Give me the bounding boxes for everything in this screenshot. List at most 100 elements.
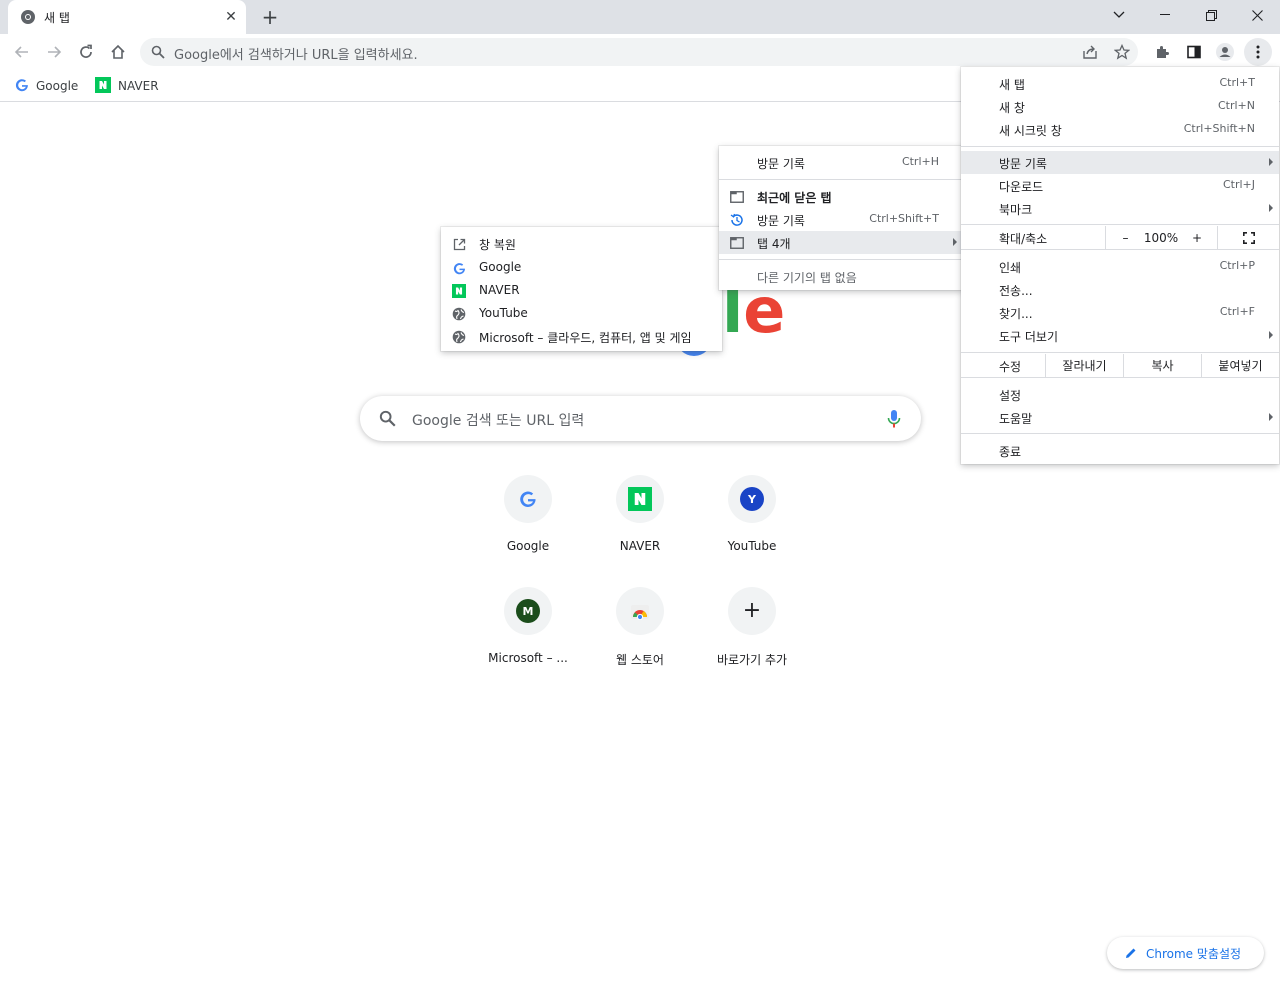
forward-button[interactable] xyxy=(40,38,68,66)
customize-chrome-button[interactable]: Chrome 맞춤설정 xyxy=(1107,937,1264,969)
tab-strip: 새 탭 ✕ + xyxy=(0,0,1280,34)
cut-button[interactable]: 잘라내기 xyxy=(1045,354,1123,377)
menu-separator xyxy=(719,179,963,180)
menu-item-label: 전송... xyxy=(999,284,1033,298)
menu-item-label: 북마크 xyxy=(999,203,1033,217)
menu-item-label: 새 창 xyxy=(999,101,1025,115)
menu-item-history[interactable]: 방문 기록 Ctrl+H xyxy=(719,151,963,174)
side-panel-button[interactable] xyxy=(1180,38,1208,66)
shortcut-tile xyxy=(616,475,664,523)
bookmark-star-button[interactable] xyxy=(1108,38,1136,66)
shortcut-label: 웹 스토어 xyxy=(616,653,664,667)
menu-item-downloads[interactable]: 다운로드 Ctrl+J xyxy=(961,174,1279,197)
menu-item-restore-window[interactable]: 창 복원 xyxy=(441,232,722,255)
menu-item-history[interactable]: 방문 기록 xyxy=(961,151,1279,174)
google-icon xyxy=(451,260,467,276)
menu-item-incognito[interactable]: 새 시크릿 창 Ctrl+Shift+N xyxy=(961,118,1279,141)
menu-item-cast[interactable]: 전송... xyxy=(961,278,1279,301)
menu-item-help[interactable]: 도움말 xyxy=(961,406,1279,429)
shortcut-microsoft[interactable]: M Microsoft – ... xyxy=(472,587,584,699)
menu-item-exit[interactable]: 종료 xyxy=(961,439,1279,462)
menu-item-edit: 수정 잘라내기 복사 붙여넣기 xyxy=(961,354,1279,377)
paste-button[interactable]: 붙여넣기 xyxy=(1201,354,1279,377)
shortcut-naver[interactable]: NAVER xyxy=(584,475,696,587)
plus-icon: + xyxy=(742,598,762,623)
shortcut-add[interactable]: + 바로가기 추가 xyxy=(696,587,808,699)
extensions-button[interactable] xyxy=(1148,38,1176,66)
menu-separator xyxy=(719,259,963,260)
shortcut-youtube[interactable]: Y YouTube xyxy=(696,475,808,587)
menu-item-bookmarks[interactable]: 북마크 xyxy=(961,197,1279,220)
menu-item-more-tools[interactable]: 도구 더보기 xyxy=(961,324,1279,347)
chrome-main-menu: 새 탭 Ctrl+T 새 창 Ctrl+N 새 시크릿 창 Ctrl+Shift… xyxy=(961,67,1279,464)
menu-item-label: 종료 xyxy=(999,445,1022,459)
close-icon xyxy=(1251,9,1263,21)
puzzle-icon xyxy=(1157,46,1169,58)
microphone-icon[interactable] xyxy=(887,409,901,432)
bookmark-google[interactable]: Google xyxy=(15,76,78,96)
reload-button[interactable] xyxy=(72,38,100,66)
omnibox[interactable]: Google에서 검색하거나 URL을 입력하세요. xyxy=(140,38,1138,66)
menu-item-tab-google[interactable]: Google xyxy=(441,256,722,279)
close-window-button[interactable] xyxy=(1234,0,1280,30)
fullscreen-icon xyxy=(1242,231,1255,244)
fullscreen-button[interactable] xyxy=(1217,226,1279,249)
shortcut-label: 바로가기 추가 xyxy=(716,653,788,667)
menu-item-label: 다운로드 xyxy=(999,180,1044,194)
customize-label: Chrome 맞춤설정 xyxy=(1146,946,1242,961)
restore-button[interactable] xyxy=(1188,0,1234,30)
menu-item-recently-closed: 최근에 닫은 탭 xyxy=(719,185,963,208)
submenu-arrow-icon xyxy=(953,238,957,246)
history-submenu: 방문 기록 Ctrl+H 최근에 닫은 탭 방문 기록 Ctrl+Shift+T… xyxy=(719,146,963,290)
share-button[interactable] xyxy=(1076,38,1104,66)
menu-item-shortcut: Ctrl+H xyxy=(901,155,939,168)
kebab-menu-icon xyxy=(1256,45,1260,59)
shortcut-tile: Y xyxy=(728,475,776,523)
menu-item-label: 새 탭 xyxy=(999,78,1025,92)
chevron-down-icon xyxy=(1113,11,1125,18)
home-button[interactable] xyxy=(104,38,132,66)
web-store-icon xyxy=(631,605,649,620)
menu-item-find[interactable]: 찾기... Ctrl+F xyxy=(961,301,1279,324)
tab-title: 새 탭 xyxy=(44,11,70,25)
shortcut-google[interactable]: Google xyxy=(472,475,584,587)
share-icon xyxy=(1083,45,1097,59)
back-button[interactable] xyxy=(8,38,36,66)
menu-item-label: 방문 기록 xyxy=(757,214,805,228)
menu-item-tab-microsoft[interactable]: Microsoft – 클라우드, 컴퓨터, 앱 및 게임 xyxy=(441,325,722,348)
menu-item-label: 방문 기록 xyxy=(999,157,1047,171)
submenu-arrow-icon xyxy=(1269,204,1273,212)
menu-item-tab-naver[interactable]: NAVER xyxy=(441,279,722,302)
tab-search-button[interactable] xyxy=(1096,0,1142,30)
menu-button[interactable] xyxy=(1244,38,1272,66)
shortcut-tile xyxy=(616,587,664,635)
zoom-out-button[interactable]: – xyxy=(1105,226,1145,249)
menu-item-tab-youtube[interactable]: YouTube xyxy=(441,302,722,325)
new-tab-button[interactable]: + xyxy=(258,5,282,29)
home-icon xyxy=(111,44,125,59)
menu-item-label: Microsoft – 클라우드, 컴퓨터, 앱 및 게임 xyxy=(479,331,692,345)
shortcut-label: NAVER xyxy=(619,539,661,553)
menu-item-label: Google xyxy=(479,260,522,274)
profile-button[interactable] xyxy=(1211,38,1239,66)
menu-item-tabs-4[interactable]: 탭 4개 xyxy=(719,231,963,254)
google-icon xyxy=(15,78,29,95)
menu-item-label: 도구 더보기 xyxy=(999,330,1059,344)
menu-item-new-window[interactable]: 새 창 Ctrl+N xyxy=(961,95,1279,118)
zoom-in-button[interactable]: + xyxy=(1177,226,1217,249)
menu-item-new-tab[interactable]: 새 탭 Ctrl+T xyxy=(961,72,1279,95)
search-icon xyxy=(151,45,165,62)
tab-close-icon[interactable]: ✕ xyxy=(222,8,240,26)
side-panel-icon xyxy=(1187,45,1201,59)
menu-item-history-restore[interactable]: 방문 기록 Ctrl+Shift+T xyxy=(719,208,963,231)
menu-item-settings[interactable]: 설정 xyxy=(961,383,1279,406)
bookmark-naver[interactable]: NAVER xyxy=(95,76,159,96)
minimize-button[interactable] xyxy=(1142,0,1188,30)
shortcut-web-store[interactable]: 웹 스토어 xyxy=(584,587,696,699)
menu-item-label: 설정 xyxy=(999,389,1022,403)
new-tab-search-box[interactable]: Google 검색 또는 URL 입력 xyxy=(360,396,921,441)
menu-item-print[interactable]: 인쇄 Ctrl+P xyxy=(961,255,1279,278)
copy-button[interactable]: 복사 xyxy=(1123,354,1201,377)
tab-new-tab[interactable]: 새 탭 ✕ xyxy=(8,0,246,34)
menu-item-no-other-devices: 다른 기기의 탭 없음 xyxy=(719,265,963,288)
